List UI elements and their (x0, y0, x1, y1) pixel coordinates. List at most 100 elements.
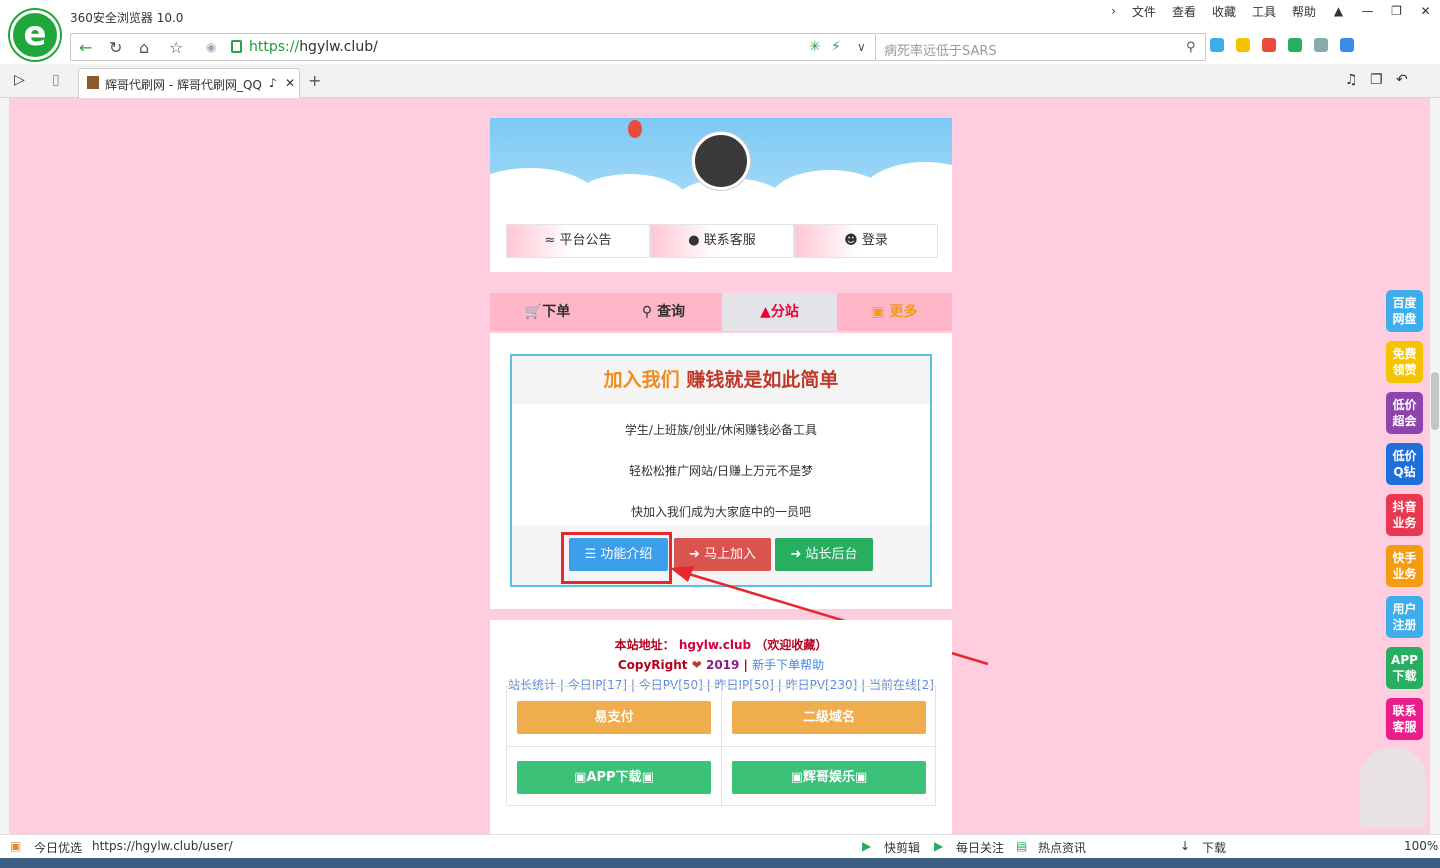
tab-close-icon[interactable]: ✕ (285, 76, 295, 90)
side-link[interactable]: 免费 领赞 (1386, 341, 1423, 383)
address-bar[interactable]: ← ↻ ⌂ ☆ ◉ https://hgylw.club/ ✳ ⚡ ∨ (70, 33, 876, 61)
side-link-label: 客服 (1392, 720, 1417, 734)
gift-icon: ▣ (574, 770, 587, 785)
translate-icon[interactable] (1262, 38, 1276, 52)
gift-icon: ▣ (855, 770, 868, 785)
scrollbar-thumb[interactable] (1431, 372, 1439, 430)
side-link-label: 低价 (1392, 449, 1417, 463)
menu-bar: › 文件 查看 收藏 工具 帮助 ▲ — ❐ ✕ (1103, 0, 1440, 22)
side-link[interactable]: 抖音 业务 (1386, 494, 1423, 536)
news-icon: ▤ (1016, 839, 1028, 853)
window-title: 360安全浏览器 10.0 (70, 11, 184, 25)
mobile-icon[interactable]: ▯ (52, 72, 60, 88)
side-link-label: 超会 (1392, 414, 1417, 428)
star-icon[interactable]: ☆ (169, 38, 183, 57)
side-link[interactable]: APP 下载 (1386, 647, 1423, 689)
side-link[interactable]: 低价 Q钻 (1386, 443, 1423, 485)
home-icon[interactable]: ⌂ (139, 38, 149, 57)
zoom-level[interactable]: 100% (1404, 839, 1438, 853)
status-download[interactable]: 下载 (1202, 839, 1226, 856)
side-link-label: 用户 (1392, 602, 1417, 616)
epay-button[interactable]: 易支付 (517, 701, 711, 734)
side-link-label: 下载 (1392, 669, 1417, 683)
minimize-icon[interactable]: — (1353, 4, 1382, 18)
download-icon: ↓ (1180, 839, 1191, 853)
undo-icon[interactable]: ↶ (1396, 72, 1408, 88)
menu-favorites[interactable]: 收藏 (1204, 3, 1244, 20)
left-gutter (0, 98, 10, 834)
status-news[interactable]: 热点资讯 (1038, 839, 1086, 856)
gift-icon: ▣ (10, 839, 22, 853)
tab-bar: ▷ ▯ 辉哥代刷网 - 辉哥代刷网_QQ ♪ ✕ + ♫ ❐ ↶ (0, 64, 1440, 98)
browser-logo-icon: e (10, 10, 60, 60)
side-link[interactable]: 用户 注册 (1386, 596, 1423, 638)
zoom-icon[interactable] (1340, 38, 1354, 52)
lock-icon (231, 40, 242, 53)
side-link-label: 百度 (1392, 296, 1417, 310)
security-icon: ◉ (206, 40, 217, 54)
site-address: 本站地址： hgylw.club （欢迎收藏） (614, 638, 828, 652)
dropdown-icon[interactable]: ∨ (857, 40, 866, 54)
close-icon[interactable]: ✕ (1411, 4, 1440, 18)
scrollbar[interactable] (1430, 98, 1440, 834)
side-link-label: 业务 (1392, 516, 1417, 530)
speaker-icon[interactable]: ♪ (269, 76, 277, 90)
status-bar: ▣ 今日优选 https://hgylw.club/user/ ▶ 快剪辑 ▶ … (0, 834, 1440, 858)
new-tab-icon[interactable]: + (308, 71, 321, 90)
menu-help[interactable]: 帮助 (1284, 3, 1324, 20)
menu-tools[interactable]: 工具 (1244, 3, 1284, 20)
headphone-icon[interactable]: ♫ (1345, 72, 1358, 88)
speed-mode-icon[interactable]: ⚡ (831, 39, 841, 55)
shirt-icon[interactable]: ▲ (1324, 4, 1353, 18)
heart-icon: ❤ (691, 658, 702, 672)
side-link-label: 免费 (1392, 347, 1417, 361)
status-url: https://hgylw.club/user/ (92, 839, 233, 853)
mascot-image[interactable] (1360, 748, 1426, 828)
search-icon[interactable]: ⚲ (1186, 40, 1196, 55)
side-link[interactable]: 百度 网盘 (1386, 290, 1423, 332)
chevron-right-icon[interactable]: › (1103, 4, 1124, 18)
tabs-icon[interactable]: ❐ (1370, 72, 1383, 88)
side-link[interactable]: 低价 超会 (1386, 392, 1423, 434)
follow-icon: ▶ (934, 839, 944, 853)
shield-icon[interactable] (1288, 38, 1302, 52)
url-text[interactable]: https://hgylw.club/ (249, 39, 378, 55)
taskbar (0, 858, 1440, 868)
tab-title: 辉哥代刷网 - 辉哥代刷网_QQ (105, 78, 262, 92)
search-input[interactable]: 病死率远低于SARS ⚲ (876, 33, 1206, 61)
entertainment-button[interactable]: ▣辉哥娱乐▣ (732, 761, 926, 794)
side-link-label: 低价 (1392, 398, 1417, 412)
app-download-button[interactable]: ▣APP下载▣ (517, 761, 711, 794)
compat-mode-icon[interactable]: ✳ (809, 39, 821, 55)
toolbar-extensions (1210, 38, 1354, 52)
sidebar-toggle-icon[interactable]: ▷ (14, 72, 25, 88)
subdomain-button[interactable]: 二级域名 (732, 701, 926, 734)
gift-icon: ▣ (641, 770, 654, 785)
menu-view[interactable]: 查看 (1164, 3, 1204, 20)
status-clip[interactable]: 快剪辑 (884, 839, 920, 856)
game-icon[interactable] (1314, 38, 1328, 52)
side-link[interactable]: 联系 客服 (1386, 698, 1423, 740)
navigation-bar: ← ↻ ⌂ ☆ ◉ https://hgylw.club/ ✳ ⚡ ∨ 病死率远… (0, 32, 1440, 64)
side-link-label: 快手 (1392, 551, 1417, 565)
today-picks[interactable]: 今日优选 (34, 839, 82, 856)
side-link-label: 领赞 (1392, 363, 1417, 377)
status-follow[interactable]: 每日关注 (956, 839, 1004, 856)
menu-file[interactable]: 文件 (1124, 3, 1164, 20)
tab-active[interactable]: 辉哥代刷网 - 辉哥代刷网_QQ ♪ ✕ (78, 68, 300, 98)
side-link-label: 联系 (1392, 704, 1417, 718)
side-link[interactable]: 快手 业务 (1386, 545, 1423, 587)
apps-icon[interactable] (1210, 38, 1224, 52)
screenshot-icon[interactable] (1236, 38, 1250, 52)
side-link-label: APP (1391, 653, 1418, 667)
footer-grid: 易支付 二级域名 ▣APP下载▣ ▣辉哥娱乐▣ (506, 686, 937, 807)
title-bar: e 360安全浏览器 10.0 › 文件 查看 收藏 工具 帮助 ▲ — ❐ ✕ (0, 0, 1440, 60)
side-link-label: 注册 (1392, 618, 1417, 632)
reload-icon[interactable]: ↻ (109, 38, 122, 57)
side-link-label: 网盘 (1392, 312, 1417, 326)
browser-window: e 360安全浏览器 10.0 › 文件 查看 收藏 工具 帮助 ▲ — ❐ ✕… (0, 0, 1440, 868)
back-icon[interactable]: ← (79, 38, 92, 57)
help-link[interactable]: 新手下单帮助 (752, 658, 824, 672)
maximize-icon[interactable]: ❐ (1382, 4, 1411, 18)
web-page: ≈ 平台公告 ● 联系客服 ☻ 登录 🛒下单 ⚲ 查询 ▲分站 ▣ 更多 加入我… (10, 98, 1440, 834)
